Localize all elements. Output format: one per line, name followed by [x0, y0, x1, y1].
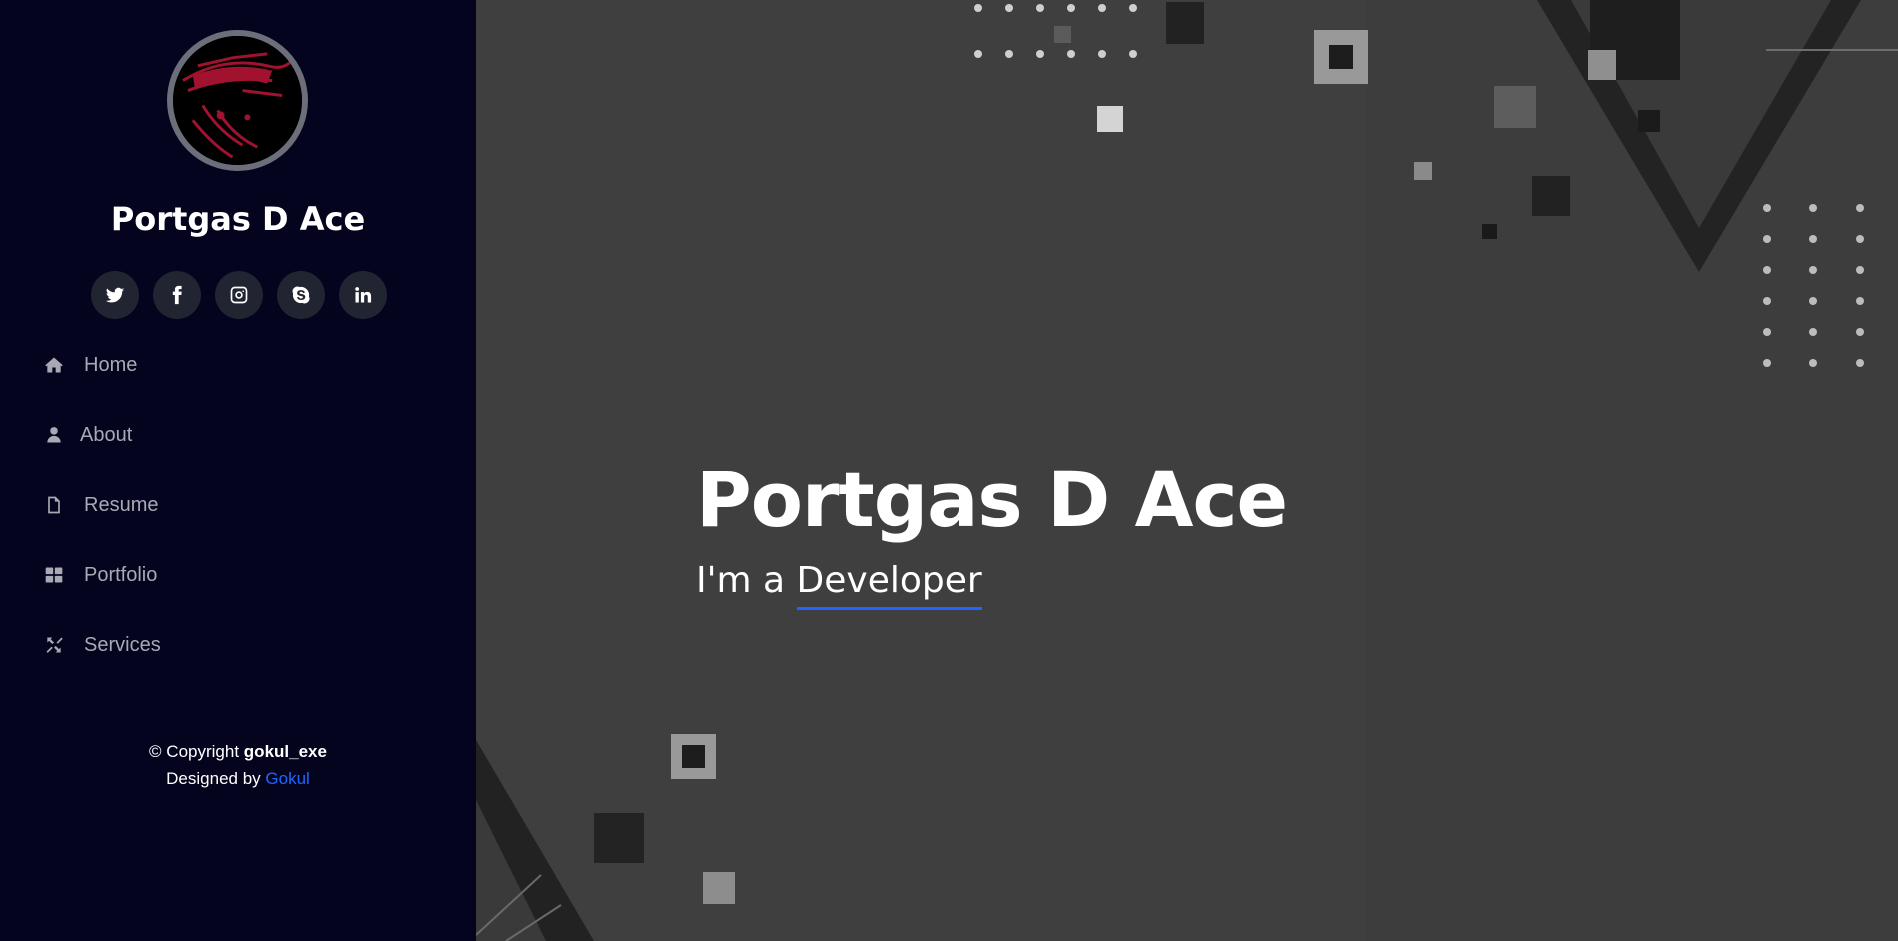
social-links	[91, 271, 387, 319]
linkedin-link[interactable]	[339, 271, 387, 319]
nav-label-about: About	[80, 423, 133, 446]
avatar	[167, 30, 308, 171]
hero-subtitle-prefix: I'm a	[696, 560, 786, 601]
skype-icon	[292, 286, 310, 304]
linkedin-icon	[355, 287, 372, 303]
hero-section: Portgas D Ace I'm a Developer	[476, 0, 1898, 941]
file-icon	[44, 495, 64, 515]
facebook-icon	[172, 285, 182, 305]
copyright: © Copyright gokul_exe Designed by Gokul	[0, 738, 476, 792]
sidebar: Portgas D Ace Home About Resume Portfoli…	[0, 0, 476, 941]
nav-label-home: Home	[84, 353, 138, 376]
copyright-line: © Copyright gokul_exe	[0, 738, 476, 765]
nav-item-resume[interactable]: Resume	[44, 485, 158, 525]
avatar-image	[173, 36, 302, 165]
skype-link[interactable]	[277, 271, 325, 319]
hero-typed-word: Developer	[796, 560, 982, 610]
copyright-name: gokul_exe	[243, 742, 327, 761]
designed-by-line: Designed by Gokul	[0, 765, 476, 792]
twitter-icon	[105, 287, 125, 303]
profile-name: Portgas D Ace	[110, 200, 366, 238]
copyright-prefix: © Copyright	[149, 742, 240, 761]
nav-item-services[interactable]: Services	[44, 625, 161, 665]
instagram-icon	[230, 286, 248, 304]
designed-prefix: Designed by	[166, 769, 261, 788]
twitter-link[interactable]	[91, 271, 139, 319]
nav-item-about[interactable]: About	[44, 415, 132, 455]
services-icon	[44, 635, 64, 655]
hero-title: Portgas D Ace	[696, 455, 1288, 544]
nav-label-resume: Resume	[84, 493, 159, 516]
grid-icon	[44, 565, 64, 585]
nav-item-portfolio[interactable]: Portfolio	[44, 555, 157, 595]
nav-label-services: Services	[84, 633, 161, 656]
user-icon	[44, 425, 64, 445]
nav-item-home[interactable]: Home	[44, 345, 137, 385]
home-icon	[44, 355, 64, 375]
nav-label-portfolio: Portfolio	[84, 563, 158, 586]
designer-link[interactable]: Gokul	[265, 769, 309, 788]
facebook-link[interactable]	[153, 271, 201, 319]
hero-subtitle: I'm a Developer	[696, 560, 982, 610]
instagram-link[interactable]	[215, 271, 263, 319]
